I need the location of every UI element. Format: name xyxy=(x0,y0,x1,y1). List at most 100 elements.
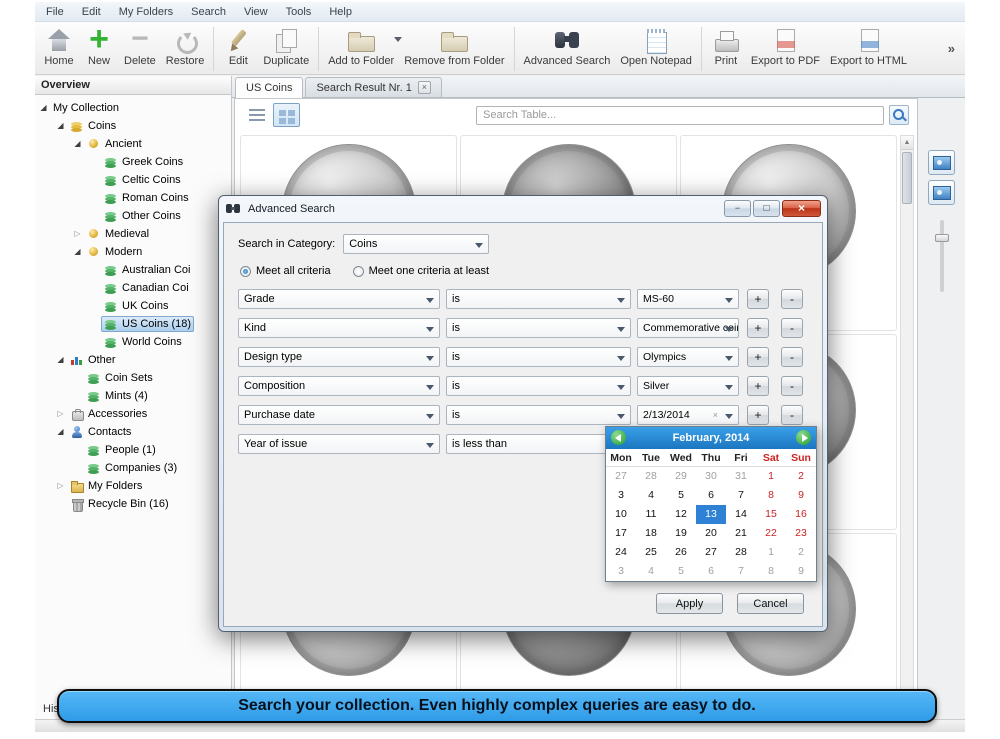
category-select[interactable]: Coins xyxy=(343,234,489,254)
remove-criteria-button[interactable]: - xyxy=(781,347,803,367)
sidebar-item-world-coins[interactable]: World Coins xyxy=(35,333,231,351)
criteria-operator-select[interactable]: is xyxy=(446,405,631,425)
scrollbar-thumb[interactable] xyxy=(902,152,912,204)
calendar-day[interactable]: 2 xyxy=(786,543,816,562)
add-criteria-button[interactable]: + xyxy=(747,318,769,338)
toolbar-open-notepad-button[interactable]: Open Notepad xyxy=(615,24,697,68)
maximize-button[interactable] xyxy=(753,200,780,217)
calendar-day[interactable]: 9 xyxy=(786,486,816,505)
toolbar-new-button[interactable]: New xyxy=(79,24,119,68)
sidebar-item-my-folders[interactable]: My Folders xyxy=(35,477,231,495)
cancel-button[interactable]: Cancel xyxy=(737,593,804,614)
sidebar-item-other-coins[interactable]: Other Coins xyxy=(35,207,231,225)
scroll-up-button[interactable] xyxy=(901,136,913,150)
calendar-day[interactable]: 8 xyxy=(756,562,786,581)
sidebar-item-us-coins-18[interactable]: US Coins (18) xyxy=(35,315,231,333)
meet-all-criteria-radio[interactable]: Meet all criteria xyxy=(240,265,331,277)
clear-date-icon[interactable] xyxy=(713,410,720,420)
toolbar-delete-button[interactable]: Delete xyxy=(119,24,161,68)
close-button[interactable] xyxy=(782,200,821,217)
calendar-day[interactable]: 13 xyxy=(696,505,726,524)
toolbar-edit-button[interactable]: Edit xyxy=(218,24,258,68)
toolbar-add-to-folder-button[interactable]: Add to Folder xyxy=(323,24,399,68)
tab-us-coins[interactable]: US Coins xyxy=(235,77,303,98)
criteria-operator-select[interactable]: is xyxy=(446,318,631,338)
image-preview-button[interactable] xyxy=(928,150,955,175)
calendar-day[interactable]: 8 xyxy=(756,486,786,505)
remove-criteria-button[interactable]: - xyxy=(781,376,803,396)
calendar-day[interactable]: 1 xyxy=(756,543,786,562)
menu-tools[interactable]: Tools xyxy=(277,3,321,21)
expand-arrow-icon[interactable] xyxy=(71,243,84,261)
toolbar-remove-from-folder-button[interactable]: Remove from Folder xyxy=(399,24,509,68)
tab-search-result-nr-1[interactable]: Search Result Nr. 1 xyxy=(305,77,441,97)
calendar-day[interactable]: 9 xyxy=(786,562,816,581)
calendar-day[interactable]: 7 xyxy=(726,486,756,505)
menu-edit[interactable]: Edit xyxy=(73,3,110,21)
calendar-day[interactable]: 22 xyxy=(756,524,786,543)
sidebar-item-uk-coins[interactable]: UK Coins xyxy=(35,297,231,315)
calendar-day[interactable]: 4 xyxy=(636,486,666,505)
calendar-day[interactable]: 18 xyxy=(636,524,666,543)
calendar-day[interactable]: 24 xyxy=(606,543,636,562)
sidebar-item-mints-4[interactable]: Mints (4) xyxy=(35,387,231,405)
calendar-day[interactable]: 3 xyxy=(606,562,636,581)
toolbar-overflow-chevron[interactable]: » xyxy=(942,41,961,56)
sidebar-item-my-collection[interactable]: My Collection xyxy=(35,99,231,117)
calendar-day[interactable]: 1 xyxy=(756,467,786,486)
sidebar-item-people-1[interactable]: People (1) xyxy=(35,441,231,459)
expand-arrow-icon[interactable] xyxy=(54,351,67,369)
add-criteria-button[interactable]: + xyxy=(747,405,769,425)
toolbar-advanced-search-button[interactable]: Advanced Search xyxy=(519,24,616,68)
calendar-day[interactable]: 26 xyxy=(666,543,696,562)
criteria-field-select[interactable]: Year of issue xyxy=(238,434,440,454)
zoom-slider[interactable] xyxy=(940,220,944,292)
criteria-field-select[interactable]: Composition xyxy=(238,376,440,396)
calendar-day[interactable]: 11 xyxy=(636,505,666,524)
criteria-value-select[interactable]: Olympics xyxy=(637,347,739,367)
list-view-button[interactable] xyxy=(243,103,270,127)
sidebar-item-coin-sets[interactable]: Coin Sets xyxy=(35,369,231,387)
minimize-button[interactable] xyxy=(724,200,751,217)
dialog-titlebar[interactable]: Advanced Search xyxy=(219,196,827,221)
add-criteria-button[interactable]: + xyxy=(747,376,769,396)
menu-help[interactable]: Help xyxy=(320,3,361,21)
menu-search[interactable]: Search xyxy=(182,3,235,21)
search-button[interactable] xyxy=(889,105,909,125)
sidebar-item-australian-coi[interactable]: Australian Coi xyxy=(35,261,231,279)
calendar-day[interactable]: 12 xyxy=(666,505,696,524)
calendar-day[interactable]: 27 xyxy=(696,543,726,562)
sidebar-item-contacts[interactable]: Contacts xyxy=(35,423,231,441)
criteria-value-select[interactable]: 2/13/2014 xyxy=(637,405,739,425)
calendar-day[interactable]: 27 xyxy=(606,467,636,486)
calendar-day[interactable]: 7 xyxy=(726,562,756,581)
sidebar-item-medieval[interactable]: Medieval xyxy=(35,225,231,243)
zoom-slider-handle[interactable] xyxy=(935,234,949,242)
sidebar-item-accessories[interactable]: Accessories xyxy=(35,405,231,423)
sidebar-item-greek-coins[interactable]: Greek Coins xyxy=(35,153,231,171)
calendar-day[interactable]: 6 xyxy=(696,486,726,505)
toolbar-print-button[interactable]: Print xyxy=(706,24,746,68)
sidebar-item-companies-3[interactable]: Companies (3) xyxy=(35,459,231,477)
sidebar-item-canadian-coi[interactable]: Canadian Coi xyxy=(35,279,231,297)
calendar-day[interactable]: 5 xyxy=(666,486,696,505)
calendar-day[interactable]: 19 xyxy=(666,524,696,543)
calendar-day[interactable]: 29 xyxy=(666,467,696,486)
calendar-day[interactable]: 21 xyxy=(726,524,756,543)
remove-criteria-button[interactable]: - xyxy=(781,405,803,425)
calendar-day[interactable]: 2 xyxy=(786,467,816,486)
calendar-day[interactable]: 6 xyxy=(696,562,726,581)
expand-arrow-icon[interactable] xyxy=(54,423,67,441)
criteria-field-select[interactable]: Design type xyxy=(238,347,440,367)
calendar-day[interactable]: 10 xyxy=(606,505,636,524)
calendar-day[interactable]: 31 xyxy=(726,467,756,486)
expand-arrow-icon[interactable] xyxy=(54,405,67,423)
calendar-day[interactable]: 5 xyxy=(666,562,696,581)
image-zoom-button[interactable] xyxy=(928,180,955,205)
calendar-day[interactable]: 16 xyxy=(786,505,816,524)
criteria-field-select[interactable]: Kind xyxy=(238,318,440,338)
toolbar-restore-button[interactable]: Restore xyxy=(161,24,210,68)
expand-arrow-icon[interactable] xyxy=(37,99,50,117)
toolbar-export-to-html-button[interactable]: Export to HTML xyxy=(825,24,912,68)
criteria-operator-select[interactable]: is xyxy=(446,347,631,367)
